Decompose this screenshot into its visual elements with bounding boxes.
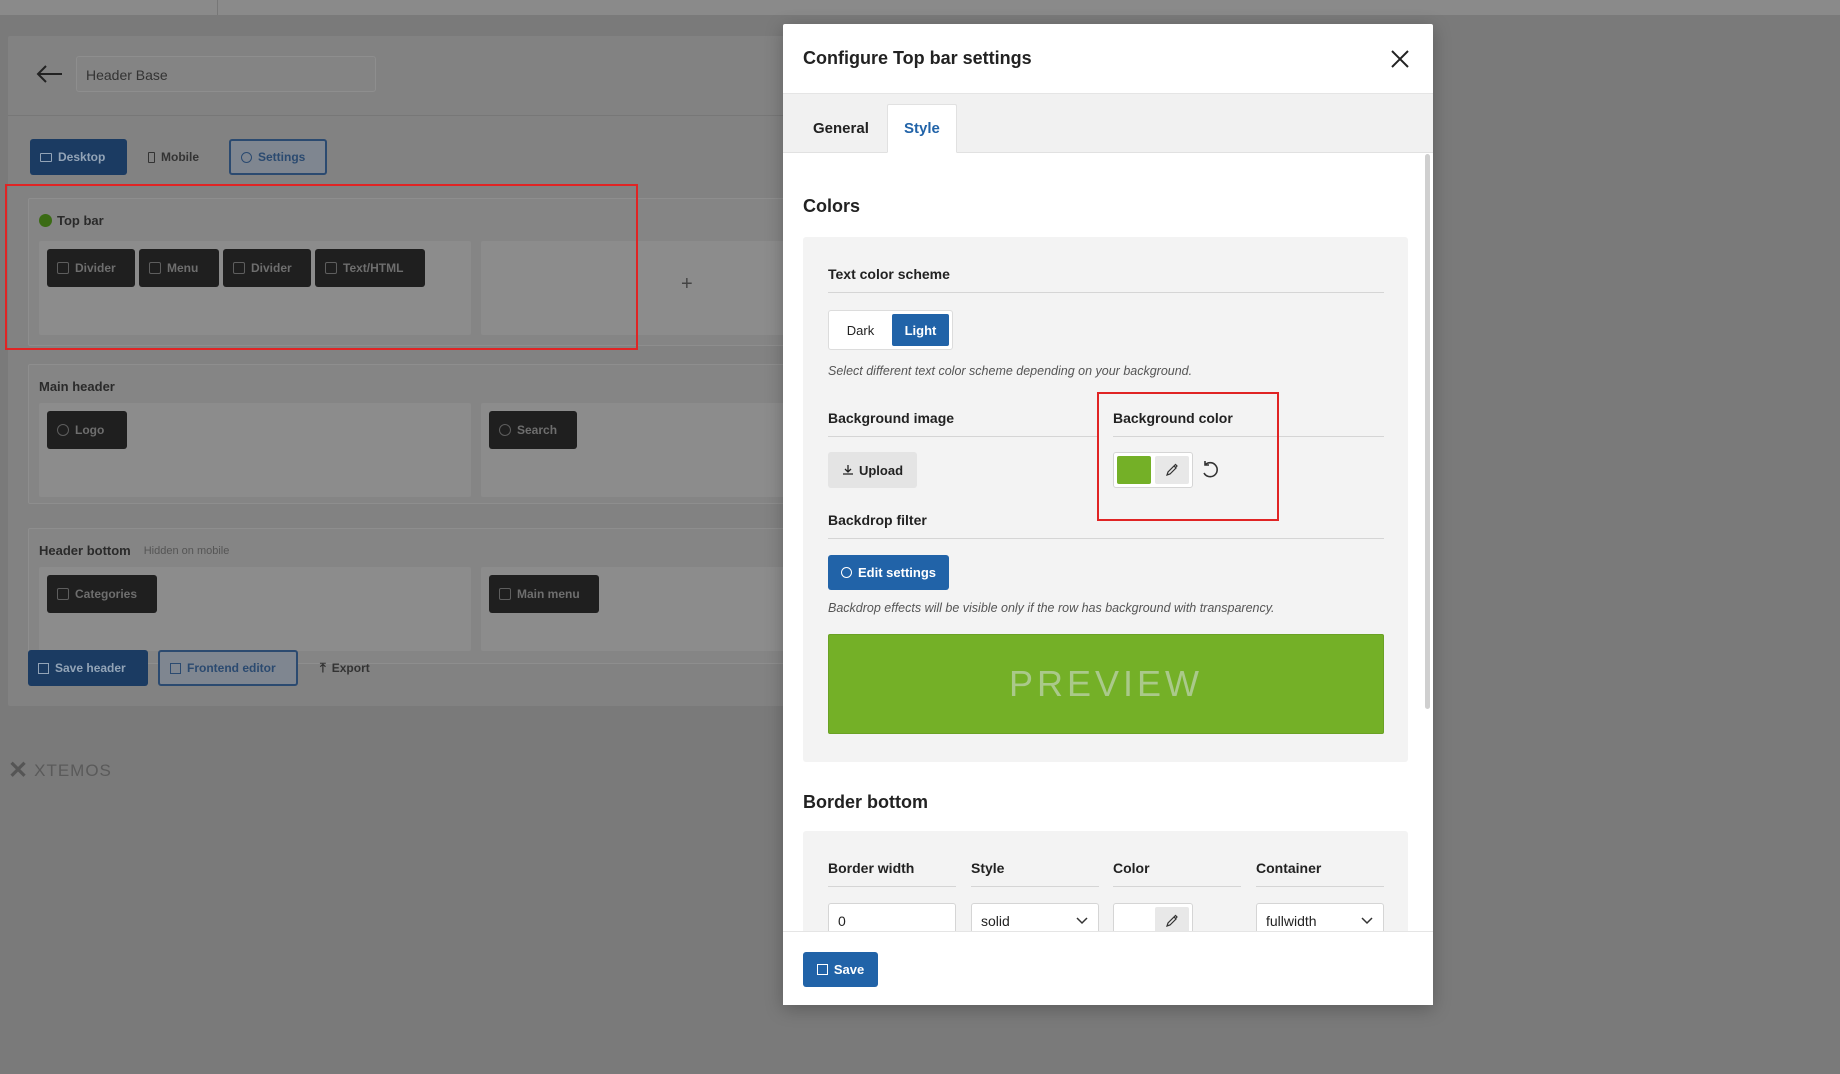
scheme-dark-button[interactable]: Dark <box>832 314 889 346</box>
xtemos-logo: ✕ XTEMOS <box>8 756 112 785</box>
categories-icon <box>57 588 69 600</box>
border-bottom-heading: Border bottom <box>803 792 928 812</box>
save-icon <box>38 662 49 674</box>
frontend-editor-button[interactable]: Frontend editor <box>158 650 298 686</box>
main-header-title: Main header <box>39 379 115 394</box>
modal-footer: Save <box>783 931 1433 1005</box>
categories-element[interactable]: Categories <box>47 575 157 613</box>
search-element[interactable]: Search <box>489 411 577 449</box>
configure-modal: Configure Top bar settings General Style… <box>783 24 1433 1005</box>
gear-icon <box>241 151 252 163</box>
save-header-button[interactable]: Save header <box>28 650 148 686</box>
border-width-input[interactable]: 0 <box>828 903 956 931</box>
chevron-down-icon <box>1361 917 1373 925</box>
divider <box>971 886 1099 887</box>
backdrop-label: Backdrop filter <box>828 512 927 528</box>
edit-settings-label: Edit settings <box>857 565 936 580</box>
divider <box>1113 886 1241 887</box>
back-arrow-icon[interactable] <box>34 62 64 86</box>
export-button[interactable]: ⤒ Export <box>310 650 395 686</box>
settings-tab[interactable]: Settings <box>229 139 327 175</box>
border-style-select[interactable]: solid <box>971 903 1099 931</box>
desktop-tab-label: Desktop <box>58 150 106 164</box>
xtemos-logo-text: XTEMOS <box>34 760 112 780</box>
border-color-label: Color <box>1113 860 1150 876</box>
tab-style[interactable]: Style <box>887 104 957 153</box>
element-label: Categories <box>75 587 138 601</box>
container-label: Container <box>1256 860 1322 876</box>
download-icon <box>842 465 853 475</box>
modal-title: Configure Top bar settings <box>803 48 1032 68</box>
highlight-top-bar-box <box>5 184 638 350</box>
strip-divider <box>217 0 218 15</box>
main-menu-icon <box>499 588 511 600</box>
divider <box>828 436 1098 437</box>
frontend-editor-icon <box>170 662 181 674</box>
highlight-bg-color-box <box>1097 392 1279 521</box>
header-bottom-left-zone[interactable]: Categories <box>39 567 471 651</box>
border-color-picker[interactable] <box>1113 903 1193 931</box>
gear-icon <box>840 567 852 578</box>
modal-header: Configure Top bar settings <box>783 24 1433 94</box>
hidden-on-mobile-note: Hidden on mobile <box>143 544 230 557</box>
close-icon[interactable] <box>1387 46 1413 72</box>
preview-box: PREVIEW <box>828 634 1384 734</box>
element-label: Main menu <box>517 587 580 601</box>
save-label: Save <box>833 962 865 977</box>
main-menu-element[interactable]: Main menu <box>489 575 599 613</box>
element-label: Logo <box>75 423 105 437</box>
modal-tabs: General Style <box>783 94 1433 153</box>
text-scheme-label: Text color scheme <box>828 266 950 282</box>
edit-settings-button[interactable]: Edit settings <box>828 555 949 590</box>
border-style-value: solid <box>981 913 1010 929</box>
divider <box>828 292 1384 293</box>
mobile-tab[interactable]: Mobile <box>138 139 218 175</box>
scrollbar[interactable] <box>1425 154 1430 709</box>
upload-icon: ⤒ <box>320 660 326 675</box>
logo-element[interactable]: Logo <box>47 411 127 449</box>
border-style-label: Style <box>971 860 1005 876</box>
export-label: Export <box>331 661 370 675</box>
border-bottom-card: Border width 0 Style solid Color Contain… <box>803 831 1408 931</box>
save-button[interactable]: Save <box>803 952 878 987</box>
desktop-tab[interactable]: Desktop <box>30 139 127 175</box>
save-header-label: Save header <box>55 661 126 675</box>
divider <box>1256 886 1384 887</box>
header-name-input[interactable]: Header Base <box>76 56 376 92</box>
header-bottom-title-text: Header bottom <box>39 543 131 558</box>
bg-image-label: Background image <box>828 410 955 426</box>
container-select[interactable]: fullwidth <box>1256 903 1384 931</box>
divider <box>828 538 1384 539</box>
eyedropper-icon[interactable] <box>1155 907 1189 931</box>
border-width-label: Border width <box>828 860 915 876</box>
container-value: fullwidth <box>1266 913 1317 929</box>
color-swatch[interactable] <box>1117 907 1151 931</box>
mobile-icon <box>148 151 155 163</box>
modal-content: Colors Text color scheme Dark Light Sele… <box>783 154 1433 931</box>
xtemos-x-icon: ✕ <box>8 757 30 784</box>
scheme-hint: Select different text color scheme depen… <box>828 364 1193 378</box>
frontend-editor-label: Frontend editor <box>187 661 276 675</box>
settings-tab-label: Settings <box>258 150 306 164</box>
desktop-icon <box>40 152 52 162</box>
upload-label: Upload <box>858 462 904 478</box>
add-element-icon[interactable]: + <box>681 273 693 296</box>
backdrop-hint: Backdrop effects will be visible only if… <box>828 601 1275 615</box>
divider <box>828 886 956 887</box>
scheme-light-button[interactable]: Light <box>892 314 949 346</box>
chevron-down-icon <box>1076 917 1088 925</box>
save-icon <box>816 964 828 975</box>
logo-icon <box>57 424 69 436</box>
text-scheme-toggle: Dark Light <box>828 310 953 350</box>
header-bottom-title: Header bottom Hidden on mobile <box>39 543 229 558</box>
colors-heading: Colors <box>803 196 861 216</box>
main-header-left-zone[interactable]: Logo <box>39 403 471 497</box>
top-strip <box>0 0 1840 15</box>
mobile-tab-label: Mobile <box>161 150 199 164</box>
colors-card: Text color scheme Dark Light Select diff… <box>803 237 1408 762</box>
tab-general[interactable]: General <box>797 104 885 153</box>
element-label: Search <box>517 423 558 437</box>
upload-button[interactable]: Upload <box>828 452 917 488</box>
search-icon <box>499 424 511 436</box>
